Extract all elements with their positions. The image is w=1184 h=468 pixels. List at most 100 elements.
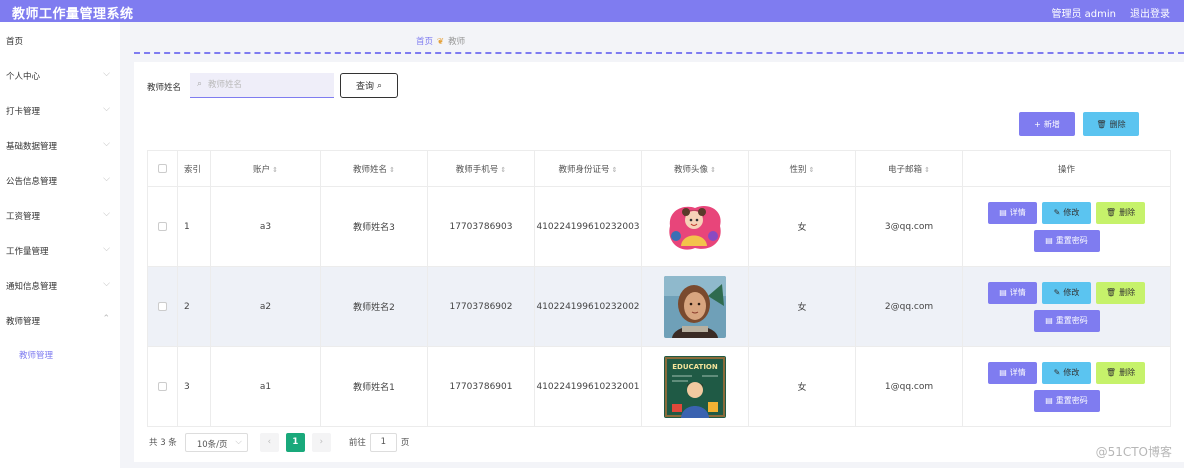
chevron-down-icon: ⌵ — [103, 279, 110, 289]
cell-actions: ▤ 详情 ✎ 修改 🗑 删除 ▤ 重置密码 — [962, 186, 1171, 267]
next-page-button[interactable]: › — [311, 432, 331, 452]
table-row: 3 a1 教师姓名1 17703786901 41022419961023200… — [147, 346, 1171, 427]
breadcrumb: 首页 ❦ 教师 — [416, 35, 465, 47]
chevron-up-icon: ⌃ — [102, 314, 110, 324]
cell-id-number: 410224199610232001 — [534, 346, 642, 427]
table-header-row: 索引 账户 ⇕ 教师姓名 ⇕ 教师手机号 ⇕ 教师身份证号 ⇕ 教师头像 ⇕ 性别 ⇕ 电子… — [147, 150, 1171, 187]
detail-button[interactable]: ▤ 详情 — [988, 361, 1037, 384]
cartoon-girl-avatar-image — [664, 195, 726, 258]
row-checkbox[interactable] — [147, 186, 178, 267]
prev-page-button[interactable]: ‹ — [259, 432, 279, 452]
cell-name: 教师姓名3 — [320, 186, 428, 267]
column-header-name[interactable]: 教师姓名 ⇕ — [320, 150, 428, 187]
cell-name: 教师姓名2 — [320, 266, 428, 347]
detail-button[interactable]: ▤ 详情 — [988, 281, 1037, 304]
pagination-total: 共 3 条 — [149, 438, 177, 448]
top-right-links: 管理员 admin 退出登录 — [1051, 5, 1170, 20]
cell-id-number: 410224199610232003 — [534, 186, 642, 267]
sort-icon[interactable]: ⇕ — [272, 166, 278, 174]
page-unit-label: 页 — [400, 438, 410, 448]
reset-password-button[interactable]: ▤ 重置密码 — [1033, 229, 1100, 252]
breadcrumb-divider — [134, 52, 1184, 54]
chevron-down-icon: ⌵ — [103, 244, 110, 254]
sidebar-item-attendance[interactable]: 打卡管理 ⌵ — [6, 102, 114, 120]
search-icon: ⌕ — [197, 79, 203, 89]
edit-button[interactable]: ✎ 修改 — [1042, 201, 1091, 224]
watermark: @51CTO博客 — [1095, 445, 1172, 459]
sidebar-item-label: 首页 — [6, 37, 24, 47]
search-input[interactable] — [208, 77, 328, 93]
edit-button[interactable]: ✎ 修改 — [1042, 281, 1091, 304]
sidebar-item-label: 工资管理 — [6, 212, 41, 222]
goto-page-input[interactable]: 1 — [369, 432, 397, 452]
sidebar-item-home[interactable]: 首页 — [6, 32, 114, 50]
education-chalkboard-avatar-image: EDUCATION — [664, 355, 726, 418]
column-header-email[interactable]: 电子邮箱 ⇕ — [855, 150, 963, 187]
query-button[interactable]: 查询 ⌕ — [340, 73, 398, 98]
cell-index: 3 — [177, 346, 211, 427]
row-checkbox[interactable] — [147, 346, 178, 427]
column-header-actions: 操作 — [962, 150, 1171, 187]
search-field[interactable]: ⌕ — [190, 73, 334, 98]
sidebar-item-salary[interactable]: 工资管理 ⌵ — [6, 207, 114, 225]
edit-button-label: 修改 — [1063, 368, 1080, 377]
sidebar-item-personal-center[interactable]: 个人中心 ⌵ — [6, 67, 114, 85]
bulk-delete-button[interactable]: 🗑 删除 — [1083, 112, 1139, 136]
sort-icon[interactable]: ⇕ — [809, 166, 815, 174]
chevron-down-icon: ⌵ — [103, 174, 110, 184]
sidebar-item-announcements[interactable]: 公告信息管理 ⌵ — [6, 172, 114, 190]
chevron-down-icon: ⌵ — [103, 139, 110, 149]
document-icon: ▤ — [1045, 316, 1053, 325]
sidebar-item-label: 个人中心 — [6, 72, 41, 82]
row-checkbox[interactable] — [147, 266, 178, 347]
reset-password-button[interactable]: ▤ 重置密码 — [1033, 309, 1100, 332]
add-button-label: 新增 — [1043, 119, 1060, 129]
delete-button-label: 删除 — [1119, 288, 1136, 297]
cell-actions: ▤ 详情 ✎ 修改 🗑 删除 ▤ 重置密码 — [962, 266, 1171, 347]
pencil-icon: ✎ — [1053, 208, 1061, 217]
reset-password-button[interactable]: ▤ 重置密码 — [1033, 389, 1100, 412]
add-button[interactable]: + 新增 — [1019, 112, 1075, 136]
page-number-current[interactable]: 1 — [285, 432, 305, 452]
cell-name: 教师姓名1 — [320, 346, 428, 427]
sidebar-subitem-teacher-management[interactable]: 教师管理 — [19, 349, 53, 361]
chevron-right-icon: › — [319, 437, 324, 447]
cell-account: a1 — [210, 346, 321, 427]
sort-icon[interactable]: ⇕ — [710, 166, 716, 174]
sort-icon[interactable]: ⇕ — [500, 166, 506, 174]
delete-button[interactable]: 🗑 删除 — [1096, 201, 1145, 224]
delete-button[interactable]: 🗑 删除 — [1096, 361, 1145, 384]
sidebar-item-teacher-management[interactable]: 教师管理 ⌃ — [6, 312, 114, 330]
document-icon: ▤ — [999, 208, 1007, 217]
column-header-id-number[interactable]: 教师身份证号 ⇕ — [534, 150, 642, 187]
chevron-down-icon: ⌵ — [103, 69, 110, 79]
cell-actions: ▤ 详情 ✎ 修改 🗑 删除 ▤ 重置密码 — [962, 346, 1171, 427]
sort-icon[interactable]: ⇕ — [924, 166, 930, 174]
delete-button[interactable]: 🗑 删除 — [1096, 281, 1145, 304]
search-icon: ⌕ — [376, 80, 383, 91]
sidebar-item-notifications[interactable]: 通知信息管理 ⌵ — [6, 277, 114, 295]
breadcrumb-home[interactable]: 首页 — [416, 37, 433, 47]
logout-link[interactable]: 退出登录 — [1130, 5, 1170, 20]
sidebar-item-base-data[interactable]: 基础数据管理 ⌵ — [6, 137, 114, 155]
edit-button[interactable]: ✎ 修改 — [1042, 361, 1091, 384]
select-all-checkbox[interactable] — [147, 150, 178, 187]
reset-password-label: 重置密码 — [1055, 396, 1088, 405]
page-size-value: 10条/页 — [196, 439, 228, 450]
page-size-select[interactable]: 10条/页 ⌵ — [184, 432, 248, 452]
column-header-label: 教师手机号 — [455, 164, 499, 175]
sidebar-item-workload[interactable]: 工作量管理 ⌵ — [6, 242, 114, 260]
main-area: 首页 ❦教师 教师姓名 ⌕ 查询 ⌕ + 新增 🗑 删除 — [120, 22, 1184, 468]
column-header-gender[interactable]: 性别 ⇕ — [748, 150, 856, 187]
cell-email: 3@qq.com — [855, 186, 963, 267]
sort-icon[interactable]: ⇕ — [389, 166, 395, 174]
trash-icon: 🗑 — [1105, 288, 1117, 297]
sort-icon[interactable]: ⇕ — [612, 166, 618, 174]
column-header-account[interactable]: 账户 ⇕ — [210, 150, 321, 187]
detail-button[interactable]: ▤ 详情 — [988, 201, 1037, 224]
cell-email: 2@qq.com — [855, 266, 963, 347]
edit-button-label: 修改 — [1063, 288, 1080, 297]
column-header-avatar[interactable]: 教师头像 ⇕ — [641, 150, 749, 187]
delete-button-label: 删除 — [1119, 368, 1136, 377]
column-header-phone[interactable]: 教师手机号 ⇕ — [427, 150, 535, 187]
